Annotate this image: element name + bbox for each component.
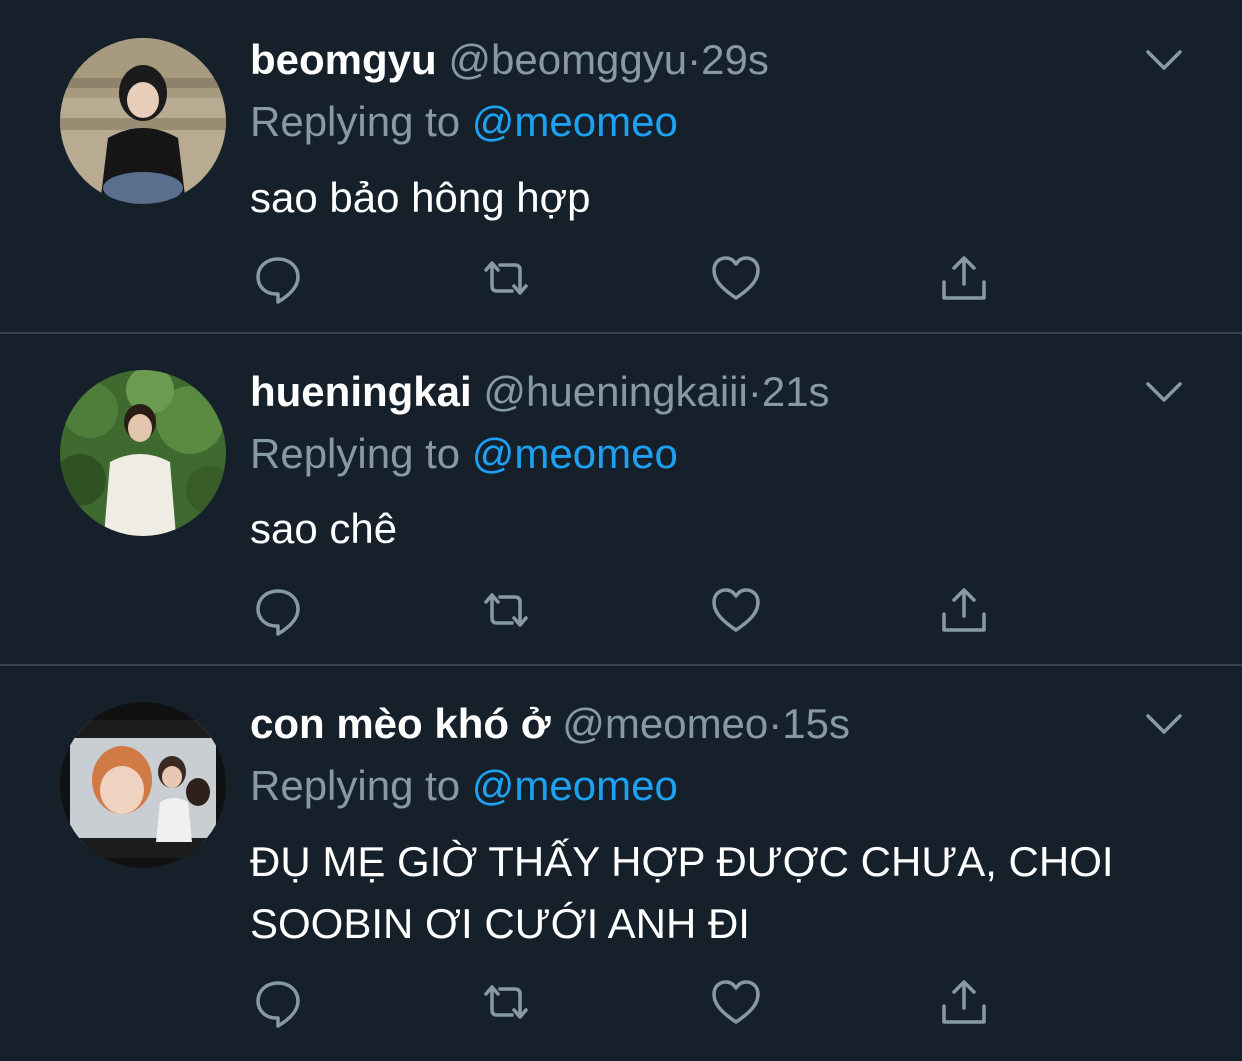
reply-icon[interactable] <box>250 582 310 642</box>
mention-link[interactable]: @meomeo <box>472 762 678 809</box>
like-icon[interactable] <box>708 582 768 642</box>
share-icon[interactable] <box>936 250 996 310</box>
mention-link[interactable]: @meomeo <box>472 430 678 477</box>
tweet-3[interactable]: con mèo khó ở @meomeo·15s Replying to @m… <box>0 666 1242 1061</box>
separator-dot: · <box>747 368 762 415</box>
avatar-photo <box>60 702 226 868</box>
replying-to: Replying to @meomeo <box>250 762 678 810</box>
retweet-icon[interactable] <box>478 974 538 1034</box>
user-handle[interactable]: @hueningkaiii <box>483 368 747 415</box>
replying-to: Replying to @meomeo <box>250 98 678 146</box>
user-handle[interactable]: @meomeo <box>562 700 768 747</box>
user-handle[interactable]: @beomggyu <box>448 36 687 83</box>
avatar[interactable] <box>60 702 226 868</box>
timestamp[interactable]: 29s <box>701 36 769 83</box>
tweet-header: hueningkai @hueningkaiii·21s <box>250 368 830 416</box>
retweet-icon[interactable] <box>478 250 538 310</box>
tweet-actions <box>250 582 1010 642</box>
mention-link[interactable]: @meomeo <box>472 98 678 145</box>
tweet-header: con mèo khó ở @meomeo·15s <box>250 700 850 748</box>
replying-to: Replying to @meomeo <box>250 430 678 478</box>
separator-dot: · <box>768 700 783 747</box>
display-name[interactable]: hueningkai <box>250 368 472 415</box>
timestamp[interactable]: 15s <box>782 700 850 747</box>
like-icon[interactable] <box>708 974 768 1034</box>
replying-label: Replying to <box>250 98 461 145</box>
tweet-header: beomgyu @beomggyu·29s <box>250 36 769 84</box>
reply-icon[interactable] <box>250 974 310 1034</box>
replying-label: Replying to <box>250 430 461 477</box>
chevron-down-icon[interactable] <box>1140 368 1188 416</box>
share-icon[interactable] <box>936 974 996 1034</box>
share-icon[interactable] <box>936 582 996 642</box>
tweet-actions <box>250 974 1010 1034</box>
tweet-text: sao chê <box>250 505 398 552</box>
retweet-icon[interactable] <box>478 582 538 642</box>
avatar-photo <box>60 38 226 204</box>
display-name[interactable]: beomgyu <box>250 36 437 83</box>
tweet-text: ĐỤ MẸ GIỜ THẤY HỢP ĐƯỢC CHƯA, CHOI SOOBI… <box>250 838 1114 947</box>
tweet-2[interactable]: hueningkai @hueningkaiii·21s Replying to… <box>0 334 1242 664</box>
tweet-actions <box>250 250 1010 310</box>
chevron-down-icon[interactable] <box>1140 700 1188 748</box>
replying-label: Replying to <box>250 762 461 809</box>
like-icon[interactable] <box>708 250 768 310</box>
tweet-1[interactable]: beomgyu @beomggyu·29s Replying to @meome… <box>0 0 1242 332</box>
reply-icon[interactable] <box>250 250 310 310</box>
timestamp[interactable]: 21s <box>762 368 830 415</box>
display-name[interactable]: con mèo khó ở <box>250 700 551 747</box>
separator-dot: · <box>687 36 702 83</box>
avatar[interactable] <box>60 370 226 536</box>
chevron-down-icon[interactable] <box>1140 36 1188 84</box>
avatar-photo <box>60 370 226 536</box>
avatar[interactable] <box>60 38 226 204</box>
tweet-text: sao bảo hông hợp <box>250 174 591 221</box>
